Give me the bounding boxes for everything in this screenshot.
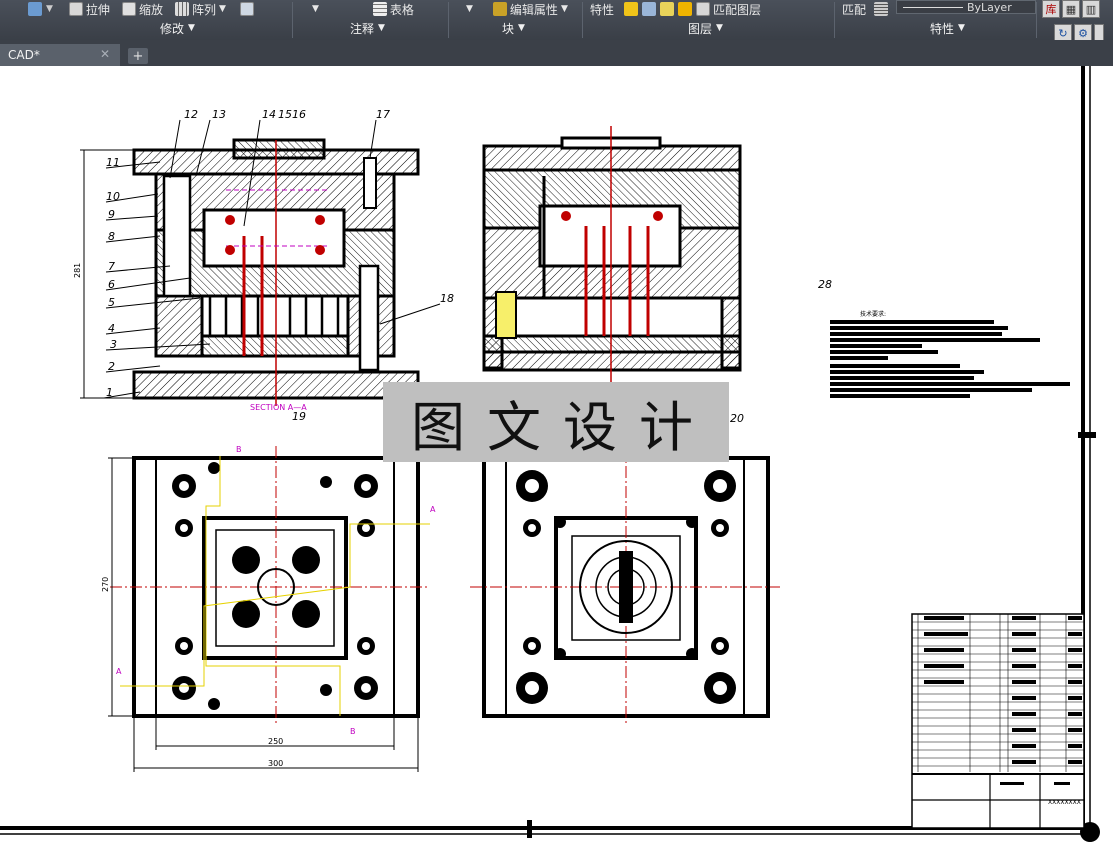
layer-edit-icon[interactable]: [642, 2, 657, 16]
ribbon-modify-row: ▼ 拉伸 缩放 阵列 ▼: [28, 0, 254, 18]
scale-button[interactable]: 缩放: [121, 1, 163, 18]
balloon-15: 15: [278, 108, 292, 121]
balloon-19: 19: [292, 410, 306, 423]
plan-view-left: B A A B 270 250 300: [101, 445, 436, 772]
panel-separator: [292, 2, 293, 38]
ribbon-properties-row: 匹配: [842, 0, 889, 18]
technical-notes: 28 技术要求:: [818, 278, 1070, 398]
mirror-icon[interactable]: [239, 2, 254, 16]
section-letter-b: B: [350, 727, 356, 736]
array-button[interactable]: 阵列 ▼: [174, 1, 226, 18]
library-icon[interactable]: 库: [1042, 0, 1060, 18]
dim-width-outer: 300: [268, 759, 283, 768]
chevron-down-icon: ▼: [716, 23, 723, 33]
watermark-banner: 图文设计: [383, 382, 729, 462]
chevron-down-icon: ▼: [378, 23, 385, 33]
side-section-view: [482, 126, 742, 386]
ribbon-layers-row: 特性 匹配图层: [590, 0, 761, 18]
balloon-16: 16: [292, 108, 306, 121]
match-layer-button[interactable]: 匹配图层: [696, 1, 761, 18]
plan-view-right: [470, 446, 780, 726]
tab-cad-drawing[interactable]: CAD* ✕: [0, 44, 120, 66]
table-icon: [372, 2, 387, 16]
match-layer-icon: [696, 2, 711, 16]
modify-panel-title[interactable]: 修改 ▼: [160, 20, 195, 36]
new-tab-button[interactable]: +: [128, 48, 148, 64]
close-icon[interactable]: ✕: [100, 47, 110, 61]
book-icon[interactable]: ▥: [1082, 0, 1100, 18]
chevron-down-icon: ▼: [188, 23, 195, 33]
balloon-13: 13: [212, 108, 226, 121]
ribbon: ▼ 拉伸 缩放 阵列 ▼ 修改 ▼ ▼ 表格 注释 ▼ ▼ 编辑属性 ▼ 块 ▼…: [0, 0, 1113, 42]
panel-separator: [582, 2, 583, 38]
linetype-sample: [903, 6, 963, 8]
chevron-down-icon: ▼: [560, 4, 568, 14]
lineweight-icon[interactable]: [874, 2, 889, 16]
section-letter-b: B: [236, 445, 242, 454]
linetype-dropdown[interactable]: ByLayer: [896, 0, 1036, 14]
properties-panel-title[interactable]: 特性 ▼: [930, 20, 965, 36]
table-button[interactable]: 表格: [372, 1, 414, 18]
scale-icon: [121, 2, 136, 16]
tech-req-title: 技术要求:: [860, 310, 886, 318]
annotation-panel-title[interactable]: 注释 ▼: [350, 20, 385, 36]
panel-separator: [834, 2, 835, 38]
ribbon-annotation-row: ▼ 表格: [312, 0, 414, 18]
title-block: XXXXXXXX: [911, 613, 1085, 829]
chevron-down-icon[interactable]: ▼: [46, 4, 53, 14]
chevron-down-icon[interactable]: ▼: [312, 4, 319, 14]
chevron-down-icon: ▼: [958, 23, 965, 33]
balloon-20: 20: [730, 412, 744, 425]
drawing-number: XXXXXXXX: [1048, 799, 1081, 806]
front-section-view: 281 SECTION A—A: [73, 138, 420, 412]
section-letter-a: A: [116, 667, 122, 676]
chevron-down-icon: ▼: [218, 4, 226, 14]
stretch-button[interactable]: 拉伸: [68, 1, 110, 18]
stretch-icon: [68, 2, 83, 16]
layer-lock-icon[interactable]: [678, 2, 693, 16]
chevron-down-icon: ▼: [518, 23, 525, 33]
note-number: 28: [818, 278, 832, 291]
right-tool-icons: 库 ▦ ▥: [1042, 0, 1100, 18]
edit-attributes-icon: [492, 2, 507, 16]
drawing-canvas[interactable]: 281 SECTION A—A 12 13 14 15 16 17 11 10 …: [0, 66, 1113, 845]
layer-properties-button[interactable]: 特性: [590, 1, 614, 18]
ribbon-block-row: ▼ 编辑属性 ▼: [466, 0, 568, 18]
panel-separator: [1036, 2, 1037, 38]
section-letter-a: A: [430, 505, 436, 514]
array-icon: [174, 2, 189, 16]
layers-panel-title[interactable]: 图层 ▼: [688, 20, 723, 36]
balloon-12: 12: [184, 108, 198, 121]
edit-attributes-button[interactable]: 编辑属性 ▼: [492, 1, 568, 18]
balloon-18: 18: [440, 292, 454, 305]
overflow-icon[interactable]: [28, 2, 42, 16]
layer-freeze-icon[interactable]: [624, 2, 639, 16]
layer-sun-icon[interactable]: [660, 2, 675, 16]
panel-separator: [448, 2, 449, 38]
dim-height-left: 281: [73, 263, 82, 278]
balloon-17: 17: [376, 108, 390, 121]
match-properties-button[interactable]: 匹配: [842, 1, 866, 18]
block-panel-title[interactable]: 块 ▼: [502, 20, 525, 36]
chevron-down-icon[interactable]: ▼: [466, 4, 473, 14]
document-tab-bar: CAD* ✕ +: [0, 40, 1113, 66]
dim-width-inner: 250: [268, 737, 283, 746]
balloon-14: 14: [262, 108, 276, 121]
dim-height-plan: 270: [101, 577, 110, 592]
grid-table-icon[interactable]: ▦: [1062, 0, 1080, 18]
